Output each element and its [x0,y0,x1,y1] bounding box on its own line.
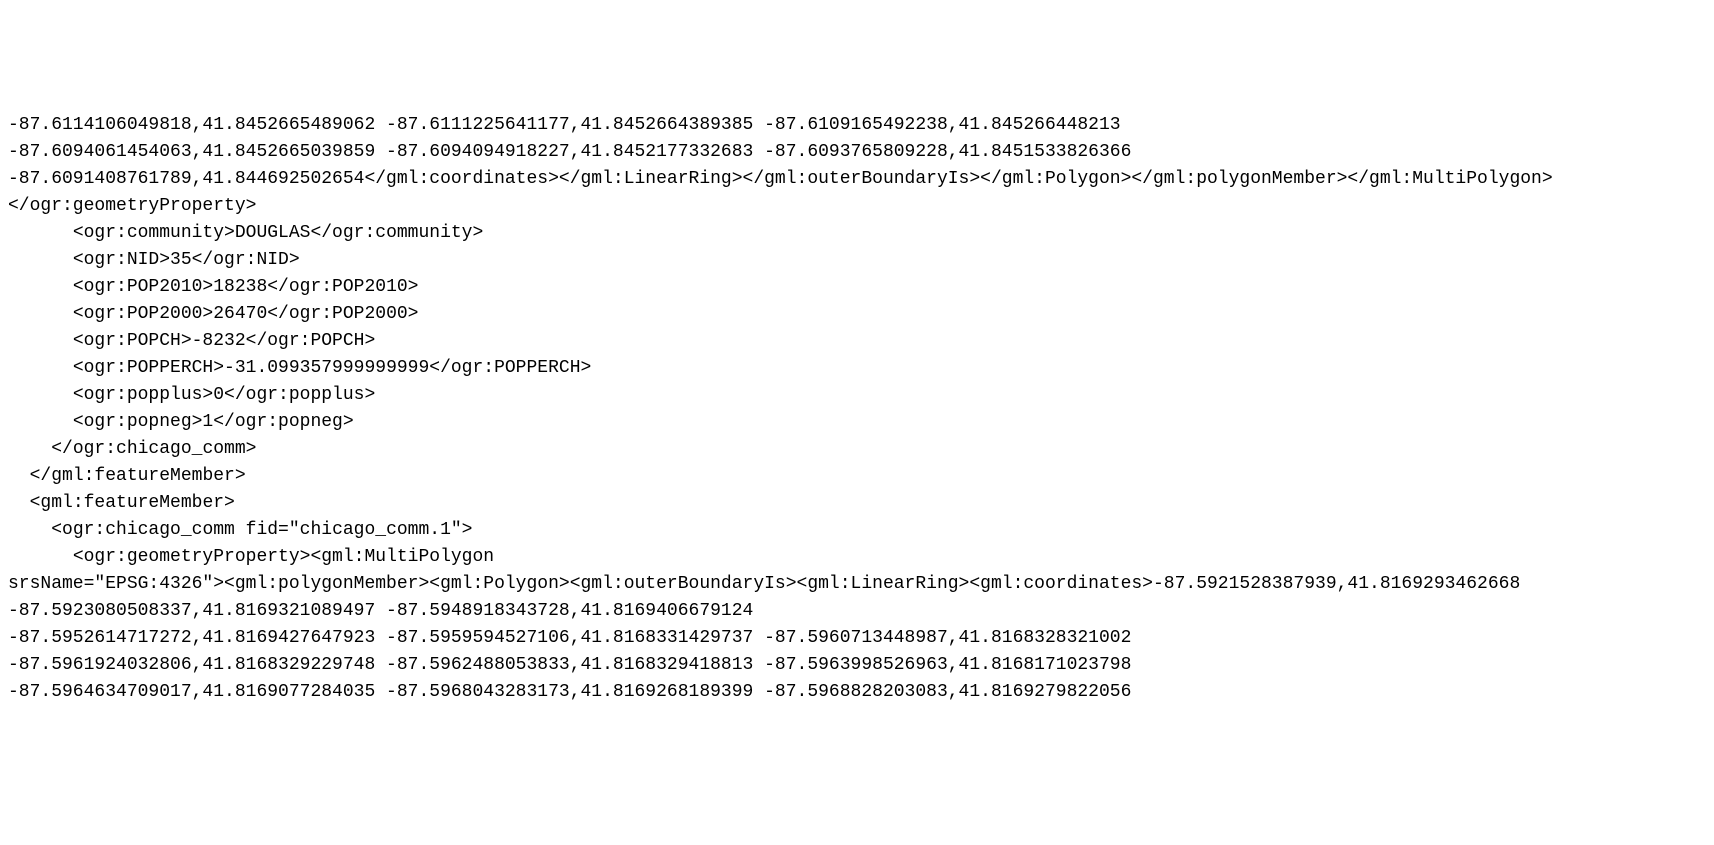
ogr-popplus-line: <ogr:popplus>0</ogr:popplus> [8,385,375,405]
coord-line-19: -87.5961924032806,41.8168329229748 -87.5… [8,655,1131,675]
geometry-property-line: <ogr:geometryProperty><gml:MultiPolygon [8,547,494,567]
coord-line-3: -87.6091408761789,41.844692502654</gml:c… [8,169,1553,216]
open-feature-member: <gml:featureMember> [8,493,235,513]
coord-line-18: -87.5952614717272,41.8169427647923 -87.5… [8,628,1131,648]
xml-code-block: -87.6114106049818,41.8452665489062 -87.6… [8,112,1706,706]
coord-line-1: -87.6114106049818,41.8452665489062 -87.6… [8,115,1121,135]
ogr-pop2010-line: <ogr:POP2010>18238</ogr:POP2010> [8,277,418,297]
coord-line-20: -87.5964634709017,41.8169077284035 -87.5… [8,682,1131,702]
ogr-popch-line: <ogr:POPCH>-8232</ogr:POPCH> [8,331,375,351]
srs-coords-line: srsName="EPSG:4326"><gml:polygonMember><… [8,574,1531,621]
ogr-pop2000-line: <ogr:POP2000>26470</ogr:POP2000> [8,304,418,324]
coord-line-2: -87.6094061454063,41.8452665039859 -87.6… [8,142,1131,162]
ogr-nid-line: <ogr:NID>35</ogr:NID> [8,250,300,270]
close-chicago-comm: </ogr:chicago_comm> [8,439,256,459]
close-feature-member: </gml:featureMember> [8,466,246,486]
open-chicago-comm: <ogr:chicago_comm fid="chicago_comm.1"> [8,520,473,540]
ogr-popneg-line: <ogr:popneg>1</ogr:popneg> [8,412,354,432]
ogr-community-line: <ogr:community>DOUGLAS</ogr:community> [8,223,483,243]
ogr-popperch-line: <ogr:POPPERCH>-31.099357999999999</ogr:P… [8,358,591,378]
